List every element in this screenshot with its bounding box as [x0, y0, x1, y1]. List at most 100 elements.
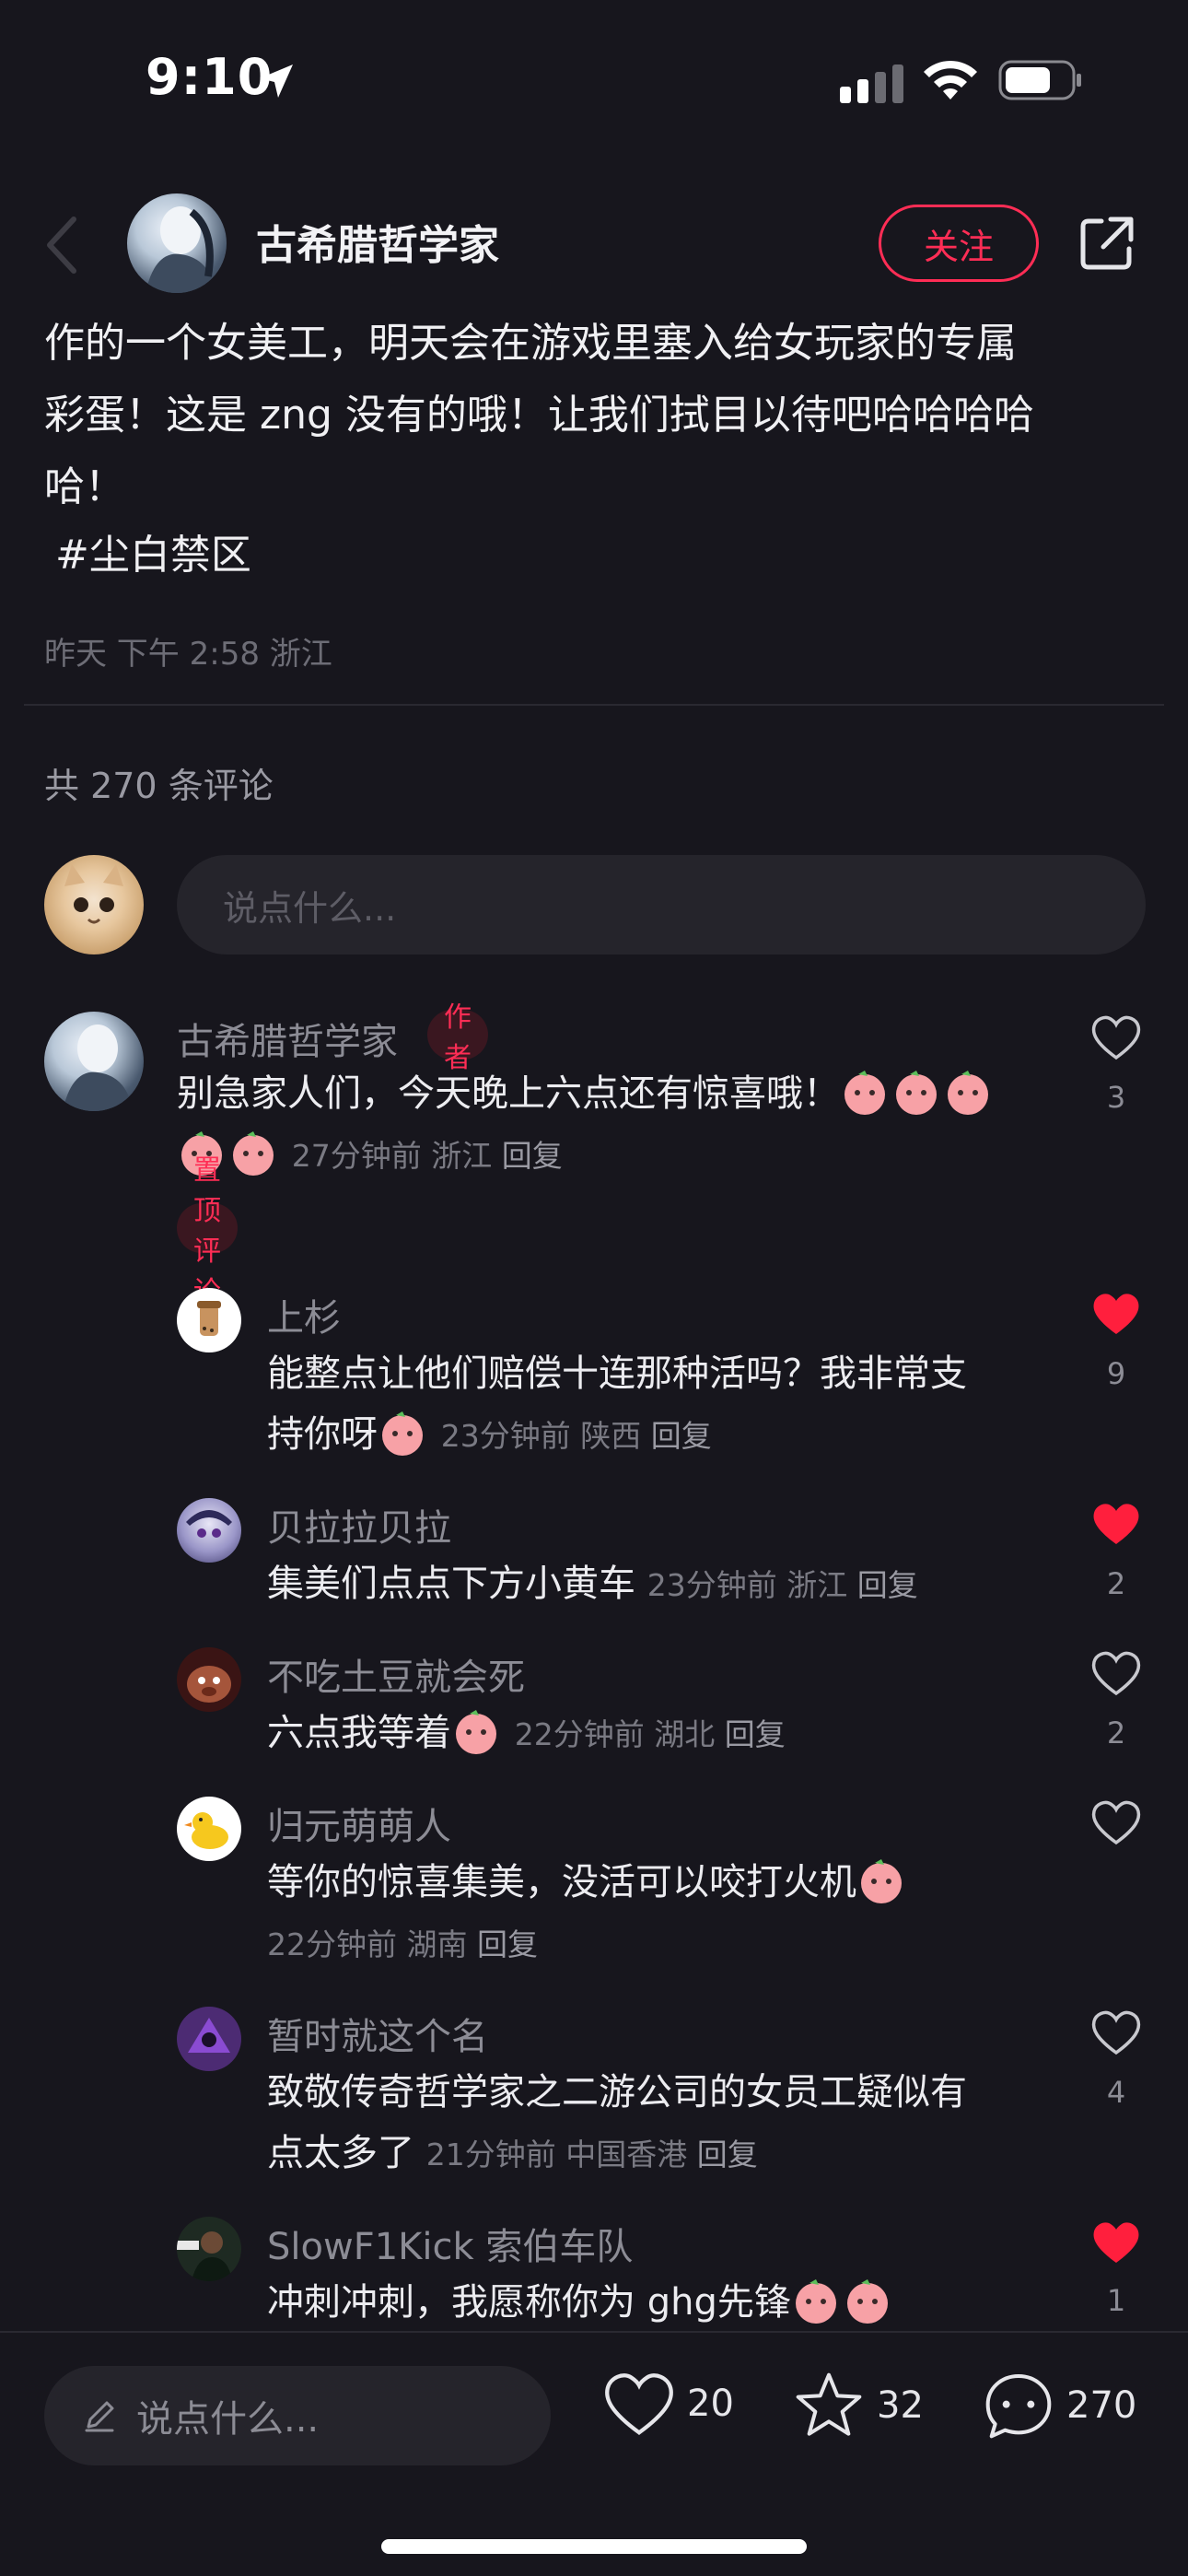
favorite-total: 32 [877, 2384, 924, 2427]
commenter-name[interactable]: SlowF1Kick 索伯车队 [267, 2217, 633, 2270]
peach-emoji-icon [795, 2279, 836, 2324]
commenter-name[interactable]: 上杉 [267, 1288, 341, 1341]
heart-outline-icon [605, 2373, 673, 2435]
peach-emoji-icon [844, 1071, 885, 1115]
heart-filled-icon[interactable] [1090, 1290, 1142, 1338]
comment-location: 湖南 [406, 1926, 468, 1962]
comment-text: 别急家人们，今天晚上六点还有惊喜哦！ 27分钟前 浙江 回复 [177, 1063, 1061, 1187]
comment-time: 22分钟前 [514, 1716, 645, 1752]
comment-text-body: 别急家人们，今天晚上六点还有惊喜哦！ [177, 1072, 840, 1115]
like-count: 4 [1106, 2075, 1126, 2110]
follow-button[interactable]: 关注 [879, 205, 1039, 282]
commenter-avatar[interactable] [177, 1647, 241, 1712]
commenter-avatar[interactable] [177, 2007, 241, 2071]
comment-location: 陕西 [580, 1418, 642, 1454]
like-count: 2 [1106, 1566, 1126, 1601]
comment-count: 共 270 条评论 [44, 766, 274, 806]
commenter-name[interactable]: 不吃土豆就会死 [267, 1647, 525, 1701]
reply-button[interactable]: 回复 [857, 1567, 918, 1603]
commenter-name[interactable]: 归元萌萌人 [267, 1797, 451, 1850]
heart-filled-icon[interactable] [1090, 2219, 1142, 2266]
comment-time: 22分钟前 [267, 1926, 397, 1962]
peach-emoji-icon [382, 1411, 423, 1456]
like-count: 3 [1106, 1080, 1126, 1115]
heart-filled-icon[interactable] [1090, 1500, 1142, 1548]
pinned-comment-badge: 置顶评论 [177, 1154, 238, 1308]
heart-outline-icon[interactable] [1090, 1013, 1142, 1061]
comment-text-line-2: 点太多了 [267, 2132, 414, 2174]
comment-text: 六点我等着 22分钟前 湖北 回复 [267, 1703, 1077, 1765]
like-count: 2 [1106, 1715, 1126, 1751]
reply-button[interactable]: 回复 [697, 2137, 758, 2172]
comment-text: 等你的惊喜集美，没活可以咬打火机 22分钟前 湖南 回复 [267, 1852, 1077, 1975]
comment-meta: 22分钟前 湖北 回复 [515, 1716, 786, 1752]
peach-emoji-icon [896, 1071, 937, 1115]
reply-button[interactable]: 回复 [725, 1716, 786, 1752]
commenter-name[interactable]: 贝拉拉贝拉 [267, 1498, 451, 1551]
comment-bubble-icon [985, 2374, 1052, 2439]
commenter-avatar[interactable] [177, 1288, 241, 1352]
peach-emoji-icon [456, 1710, 496, 1754]
reply-button[interactable]: 回复 [477, 1926, 538, 1962]
comment-time: 21分钟前 [425, 2137, 556, 2172]
comment-location: 湖北 [654, 1716, 716, 1752]
star-outline-icon [796, 2372, 862, 2436]
commenter-avatar[interactable] [177, 2217, 241, 2281]
comment-input-top[interactable]: 说点什么... [177, 855, 1146, 954]
post-line-1: 作的一个女美工，明天会在游戏里塞入给女玩家的专属 [44, 320, 1017, 367]
comment-text-line-2: 持你呀 [267, 1413, 378, 1456]
author-tag-badge: 作者 [427, 1001, 488, 1074]
current-user-avatar [44, 855, 144, 954]
peach-emoji-icon [233, 1131, 274, 1176]
heart-outline-icon[interactable] [1090, 1649, 1142, 1697]
comment-input-placeholder: 说点什么... [136, 2398, 320, 2441]
battery-icon [998, 60, 1081, 100]
like-count: 9 [1106, 1356, 1126, 1391]
like-count: 1 [1106, 2283, 1126, 2318]
commenter-name[interactable]: 暂时就这个名 [267, 2007, 488, 2060]
home-indicator[interactable] [381, 2539, 807, 2554]
author-name[interactable]: 古希腊哲学家 [256, 212, 499, 271]
post-text: 作的一个女美工，明天会在游戏里塞入给女玩家的专属 彩蛋！这是 zng 没有的哦！… [44, 308, 1149, 523]
comment-text-line-1: 致敬传奇哲学家之二游公司的女员工疑似有 [267, 2071, 967, 2113]
peach-emoji-icon [861, 1859, 902, 1903]
post-line-2: 彩蛋！这是 zng 没有的哦！让我们拭目以待吧哈哈哈哈 [44, 392, 1034, 439]
post-hashtag[interactable]: #尘白禁区 [55, 521, 251, 580]
peach-emoji-icon [846, 2279, 888, 2324]
comment-input-bottom[interactable]: 说点什么... [44, 2366, 551, 2465]
commenter-name[interactable]: 古希腊哲学家 [177, 1012, 398, 1065]
comment-text: 致敬传奇哲学家之二游公司的女员工疑似有 点太多了 21分钟前 中国香港 回复 [267, 2062, 1077, 2185]
commenter-avatar[interactable] [177, 1797, 241, 1861]
comment-time: 27分钟前 [291, 1138, 422, 1174]
reply-button[interactable]: 回复 [651, 1418, 712, 1454]
comment-meta: 27分钟前 浙江 回复 [292, 1138, 563, 1174]
author-avatar[interactable] [127, 193, 227, 293]
heart-outline-icon[interactable] [1090, 2008, 1142, 2056]
location-arrow-icon [260, 64, 293, 98]
comment-text-line-1: 能整点让他们赔偿十连那种活吗？我非常支 [267, 1352, 967, 1395]
comment-text-body: 等你的惊喜集美，没活可以咬打火机 [267, 1861, 856, 1903]
comment-text: 能整点让他们赔偿十连那种活吗？我非常支 持你呀 23分钟前 陕西 回复 [267, 1343, 1077, 1467]
comment-time: 23分钟前 [440, 1418, 571, 1454]
reply-button[interactable]: 回复 [502, 1138, 563, 1174]
comment-meta: 21分钟前 中国香港 回复 [426, 2137, 758, 2172]
divider [24, 704, 1164, 706]
like-total: 20 [687, 2383, 734, 2425]
commenter-avatar[interactable] [177, 1498, 241, 1563]
like-button[interactable]: 20 [602, 2370, 734, 2438]
comment-total: 270 [1066, 2384, 1137, 2427]
comment-button[interactable]: 270 [982, 2370, 1136, 2441]
favorite-button[interactable]: 32 [792, 2370, 924, 2441]
post-line-3: 哈！ [44, 463, 125, 510]
comment-meta: 22分钟前 湖南 回复 [267, 1926, 538, 1962]
status-bar: 9:10 [0, 0, 1188, 157]
share-icon[interactable] [1076, 212, 1138, 275]
comment-location: 浙江 [431, 1138, 493, 1174]
comment-text: 冲刺冲刺，我愿称你为 ghg先锋 [267, 2272, 1077, 2333]
commenter-avatar[interactable] [44, 1012, 144, 1111]
comment-text: 集美们点点下方小黄车 23分钟前 浙江 回复 [267, 1553, 1077, 1616]
heart-outline-icon[interactable] [1090, 1798, 1142, 1846]
wifi-icon [924, 60, 977, 100]
back-chevron-icon[interactable] [44, 216, 81, 275]
comment-text-body: 集美们点点下方小黄车 [267, 1563, 635, 1605]
